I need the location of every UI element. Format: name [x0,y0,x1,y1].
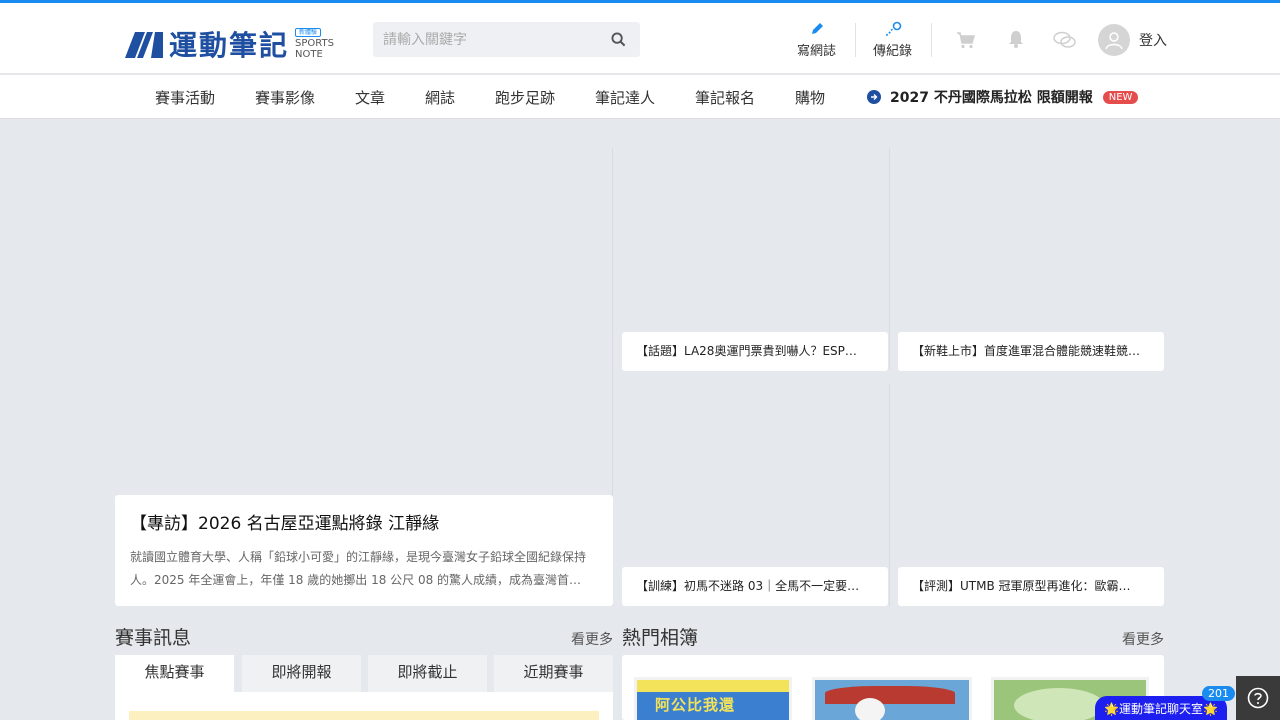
nav-promo-label: 2027 不丹國際馬拉松 限額開報 [890,90,1093,106]
upload-record-button[interactable]: 傳紀錄 [873,21,912,59]
album-thumbnail[interactable] [812,677,972,720]
user-icon [1105,32,1123,50]
albums-more-link[interactable]: 看更多 [1122,629,1164,649]
nav-item-event-photos[interactable]: 賽事影像 [255,87,315,108]
albums-section-title: 熱門相簿 [622,627,699,649]
hero-description: 就讀國立體育大學、人稱「鉛球小可愛」的江靜緣，是現今臺灣女子鉛球全國紀錄保持人。… [130,550,587,587]
tab-opening-soon[interactable]: 即將開報 [242,655,361,692]
login-button[interactable]: 登入 [1098,24,1167,56]
logo-sub-line-1: SPORTS [295,38,334,49]
nav-item-experts[interactable]: 筆記達人 [595,87,655,108]
nav-item-events[interactable]: 賽事活動 [155,87,215,108]
header-divider [931,23,932,57]
bell-icon[interactable] [1006,29,1026,49]
article-card[interactable]: 【話題】LA28奧運門票貴到嚇人？ESP… [622,332,888,371]
login-label: 登入 [1139,33,1167,49]
site-logo[interactable]: 運動筆記 新體驗 SPORTS NOTE [125,24,334,64]
grid-divider [889,148,890,370]
hero-caption[interactable]: 【專訪】2026 名古屋亞運點將錄 江靜緣 就讀國立體育大學、人稱「鉛球小可愛」… [115,495,613,606]
main-nav: 賽事活動 賽事影像 文章 網誌 跑步足跡 筆記達人 筆記報名 購物 2027 不… [0,75,1280,119]
album-thumbnail-text: 阿公比我還 [655,696,736,714]
avatar [1098,24,1130,56]
events-section-title: 賽事訊息 [115,627,192,649]
arrow-right-icon [867,90,881,104]
route-pin-icon [885,21,901,36]
question-icon [1247,687,1269,709]
upload-record-label: 傳紀錄 [873,44,913,59]
tab-featured-events[interactable]: 焦點賽事 [115,655,234,692]
new-badge: NEW [1102,90,1139,104]
nav-item-articles[interactable]: 文章 [355,87,385,108]
article-card[interactable]: 【訓練】初馬不迷路 03｜全馬不一定要… [622,567,888,606]
chatroom-count-badge: 201 [1202,686,1235,701]
logo-subtitle: 新體驗 SPORTS NOTE [295,28,334,60]
grid-divider [889,384,890,606]
site-header: 運動筆記 新體驗 SPORTS NOTE 寫網誌 傳紀錄 [0,3,1280,74]
logo-mark-icon [125,32,163,58]
header-divider [855,23,856,57]
chat-bubbles-icon[interactable] [1053,31,1077,49]
logo-sub-line-2: NOTE [295,49,323,60]
help-button[interactable] [1236,676,1280,720]
pencil-icon [811,23,823,34]
events-tab-panel [115,692,613,720]
nav-item-registration[interactable]: 筆記報名 [695,87,755,108]
logo-badge: 新體驗 [295,28,322,37]
logo-text: 運動筆記 [169,29,290,62]
album-thumbnail[interactable]: 阿公比我還 [634,677,792,720]
cart-icon[interactable] [956,31,976,49]
nav-item-blogs[interactable]: 網誌 [425,87,455,108]
article-card[interactable]: 【新鞋上市】首度進軍混合體能競速鞋競… [898,332,1164,371]
nav-promo-link[interactable]: 2027 不丹國際馬拉松 限額開報 NEW [867,87,1139,107]
tab-recent-events[interactable]: 近期賽事 [494,655,613,692]
nav-item-running-tracks[interactable]: 跑步足跡 [495,87,555,108]
article-card[interactable]: 【評測】UTMB 冠軍原型再進化：歐霸… [898,567,1164,606]
hero-title: 【專訪】2026 名古屋亞運點將錄 江靜緣 [130,514,440,534]
search-input[interactable] [383,31,603,48]
search-icon[interactable] [611,32,626,47]
tab-closing-soon[interactable]: 即將截止 [368,655,487,692]
featured-event-banner[interactable] [129,711,599,720]
nav-item-shop[interactable]: 購物 [795,87,825,108]
search-box [373,22,640,57]
write-blog-button[interactable]: 寫網誌 [797,21,836,59]
events-more-link[interactable]: 看更多 [571,629,613,649]
write-blog-label: 寫網誌 [797,44,837,59]
